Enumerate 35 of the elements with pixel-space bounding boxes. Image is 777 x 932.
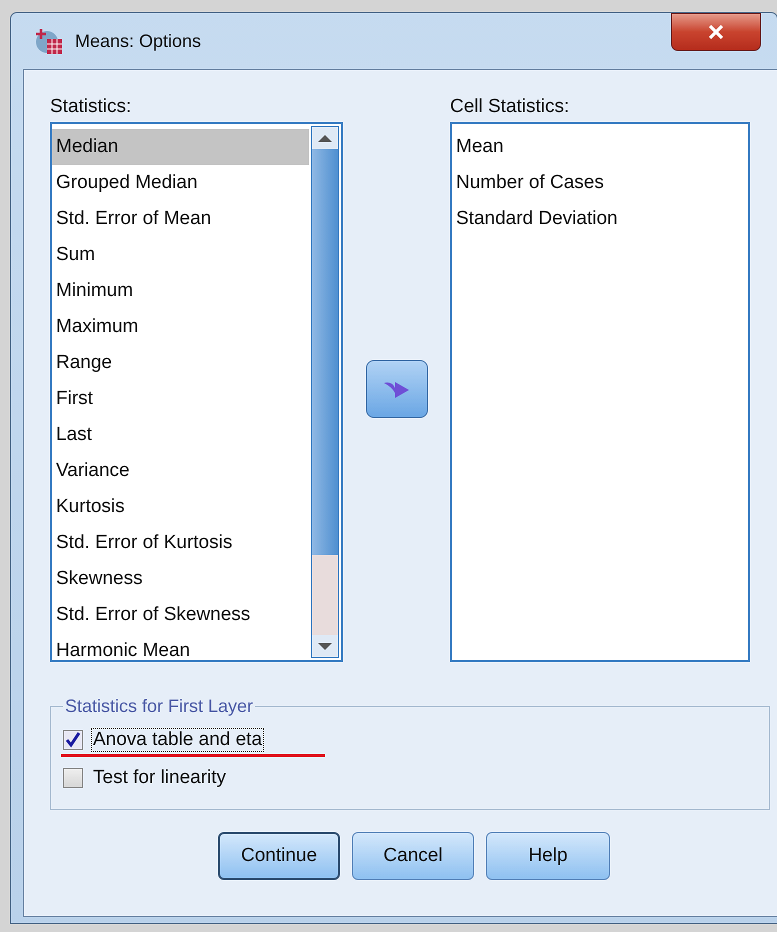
- checkbox-label[interactable]: Test for linearity: [91, 766, 228, 790]
- list-item[interactable]: Variance: [52, 453, 309, 489]
- list-item[interactable]: Maximum: [52, 309, 309, 345]
- list-item[interactable]: Std. Error of Kurtosis: [52, 525, 309, 561]
- list-item[interactable]: Last: [52, 417, 309, 453]
- dialog-button[interactable]: Help: [486, 832, 610, 880]
- list-item[interactable]: Kurtosis: [52, 489, 309, 525]
- window-title: Means: Options: [75, 30, 202, 52]
- dialog-button[interactable]: Continue: [218, 832, 340, 880]
- list-label: Statistics:: [50, 96, 132, 118]
- list-item[interactable]: Range: [52, 345, 309, 381]
- list-item[interactable]: Median: [52, 129, 309, 165]
- list-item[interactable]: Sum: [52, 237, 309, 273]
- list-item[interactable]: Std. Error of Mean: [52, 201, 309, 237]
- list-item[interactable]: Standard Deviation: [452, 201, 748, 237]
- list-item[interactable]: Harmonic Mean: [52, 633, 309, 669]
- list-item[interactable]: Minimum: [52, 273, 309, 309]
- list-item[interactable]: First: [52, 381, 309, 417]
- checkbox[interactable]: [63, 768, 83, 788]
- scroll-thumb[interactable]: [312, 555, 338, 635]
- list-label: Cell Statistics:: [450, 96, 570, 118]
- close-icon: [706, 24, 726, 40]
- move-button[interactable]: [366, 360, 428, 418]
- dialog-button[interactable]: Cancel: [352, 832, 474, 880]
- list-item[interactable]: Mean: [452, 129, 748, 165]
- list-item[interactable]: Number of Cases: [452, 165, 748, 201]
- checkbox-label[interactable]: Anova table and eta: [91, 728, 264, 752]
- list-item[interactable]: Grouped Median: [52, 165, 309, 201]
- scrollbar[interactable]: [311, 126, 339, 658]
- close-button[interactable]: [671, 13, 761, 51]
- group-title: Statistics for First Layer: [64, 696, 254, 717]
- checkbox[interactable]: [63, 730, 83, 750]
- list-item[interactable]: Skewness: [52, 561, 309, 597]
- table-icon: [35, 27, 63, 55]
- list-item[interactable]: Std. Error of Skewness: [52, 597, 309, 633]
